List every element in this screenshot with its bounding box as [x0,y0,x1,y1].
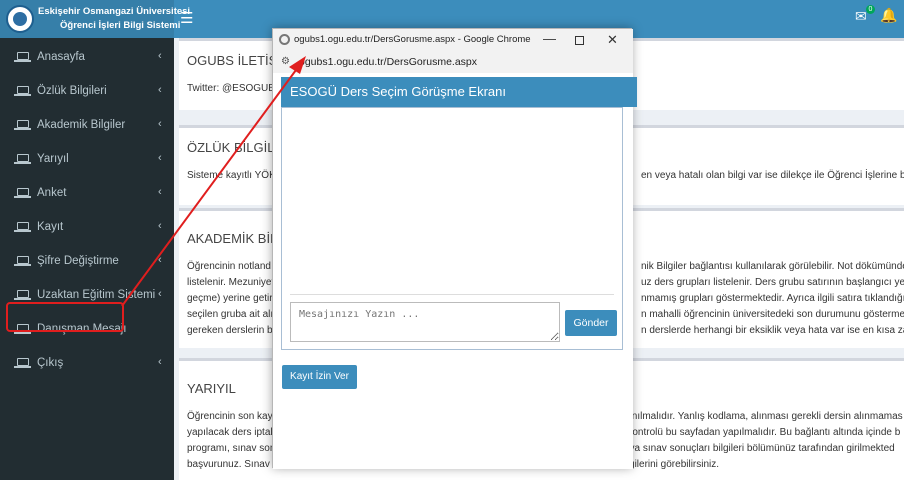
chevron-left-icon: ‹ [158,84,162,96]
box-text: en veya hatalı olan bilgi var ise dilekç… [641,170,904,181]
sidebar-item-akademik-bilgiler[interactable]: Akademik Bilgiler ‹ [0,110,174,144]
box-text: programı, sınav son [187,443,276,454]
box-text: n derslerde herhangi bir eksiklik veya h… [641,325,904,336]
sidebar-item-anket[interactable]: Anket ‹ [0,178,174,212]
box-text: seçilen gruba ait alı [187,309,274,320]
box-text: veya sınav sonuçları bilgileri bölümünüz… [619,443,895,454]
mail-icon[interactable]: ✉ [855,8,867,25]
divider [290,294,614,295]
send-button[interactable]: Gönder [565,310,617,336]
laptop-icon [14,86,31,96]
box-text: n mahalli öğrencinin üniversitedeki son … [641,309,904,320]
minimize-button[interactable]: — [543,31,556,46]
sidebar-item-label: Uzaktan Eğitim Sistemi [37,289,156,301]
sidebar-item-label: Çıkış [37,357,64,369]
close-button[interactable]: ✕ [607,32,618,48]
message-input[interactable] [290,302,560,342]
highlight-box [6,302,124,332]
sidebar: Anasayfa ‹ Özlük Bilgileri ‹ Akademik Bilg… [0,38,174,480]
sidebar-item-ozluk-bilgileri[interactable]: Özlük Bilgileri ‹ [0,76,174,110]
chevron-left-icon: ‹ [158,288,162,300]
box-text: listelenir. Mezuniyet [187,277,275,288]
chat-panel: Gönder [281,107,623,350]
popup-header: ESOGÜ Ders Seçim Görüşme Ekranı [281,77,637,107]
laptop-icon [14,52,31,62]
box-text: n kontrolü bu sayfadan yapılmalıdır. Bu … [619,427,901,438]
box-text: klanılmalıdır. Yanlış kodlama, alınması … [619,411,903,422]
box-text: Öğrencinin son kayı [187,411,276,422]
box-text: gereken derslerin be [187,325,279,336]
university-logo-icon [6,5,34,33]
chevron-left-icon: ‹ [158,186,162,198]
address-bar[interactable]: ⚙ ogubs1.ogu.edu.tr/DersGorusme.aspx [273,51,633,73]
chrome-icon [279,34,290,45]
sidebar-item-kayit[interactable]: Kayıt ‹ [0,212,174,246]
brand-title: Eskişehir Osmangazi Üniversitesi [38,6,191,17]
laptop-icon [14,290,31,300]
box-text: başvurunuz. Sınav s [187,459,278,470]
site-info-icon[interactable]: ⚙ [281,56,290,67]
popup-page: ESOGÜ Ders Seçim Görüşme Ekranı Gönder K… [273,73,637,469]
chevron-left-icon: ‹ [158,254,162,266]
box-text: bilgilerini görebilirsiniz. [619,459,720,470]
laptop-icon [14,256,31,266]
box-text: uz ders grupları listelenir. Ders grubu … [641,277,904,288]
box-text: nik Bilgiler bağlantısı kullanılarak gör… [641,261,904,272]
laptop-icon [14,358,31,368]
sidebar-item-label: Anket [37,187,67,199]
mail-count-badge: 0 [866,5,875,14]
box-text: Öğrencinin notland [187,261,271,272]
box-text: nmamış grupları göstermektedir. Ayrıca i… [641,293,904,304]
chevron-left-icon: ‹ [158,118,162,130]
sidebar-item-label: Akademik Bilgiler [37,119,126,131]
sidebar-item-cikis[interactable]: Çıkış ‹ [0,348,174,382]
window-title: ogubs1.ogu.edu.tr/DersGorusme.aspx - Goo… [294,34,531,45]
box-text: Twitter: @ESOGUBS [187,83,282,94]
chevron-left-icon: ‹ [158,356,162,368]
menu-toggle-icon[interactable]: ☰ [180,9,193,27]
box-title: YARIYIL [187,381,236,396]
sidebar-item-label: Özlük Bilgileri [37,85,107,97]
laptop-icon [14,154,31,164]
window-titlebar[interactable]: ogubs1.ogu.edu.tr/DersGorusme.aspx - Goo… [273,29,633,51]
chrome-popup-window: ogubs1.ogu.edu.tr/DersGorusme.aspx - Goo… [272,28,637,469]
sidebar-item-label: Şifre Değiştirme [37,255,119,267]
laptop-icon [14,188,31,198]
laptop-icon [14,222,31,232]
sidebar-item-anasayfa[interactable]: Anasayfa ‹ [0,42,174,76]
url-text[interactable]: ogubs1.ogu.edu.tr/DersGorusme.aspx [299,56,477,68]
maximize-button[interactable] [575,36,584,45]
brand-subtitle: Öğrenci İşleri Bilgi Sistemi [60,20,181,31]
laptop-icon [14,120,31,130]
brand[interactable]: Eskişehir Osmangazi Üniversitesi Öğrenci… [0,0,190,38]
box-text: yapılacak ders iptal [187,427,273,438]
box-text: geçme) yerine getiri [187,293,275,304]
sidebar-item-yariyil[interactable]: Yarıyıl ‹ [0,144,174,178]
notification-bell-icon[interactable]: 🔔 [880,7,897,24]
registration-permit-button[interactable]: Kayıt İzin Ver [282,365,357,389]
chevron-left-icon: ‹ [158,220,162,232]
sidebar-item-label: Kayıt [37,221,64,233]
chevron-left-icon: ‹ [158,50,162,62]
sidebar-item-label: Yarıyıl [37,153,69,165]
sidebar-item-label: Anasayfa [37,51,85,63]
chevron-left-icon: ‹ [158,152,162,164]
sidebar-item-sifre-degistirme[interactable]: Şifre Değiştirme ‹ [0,246,174,280]
